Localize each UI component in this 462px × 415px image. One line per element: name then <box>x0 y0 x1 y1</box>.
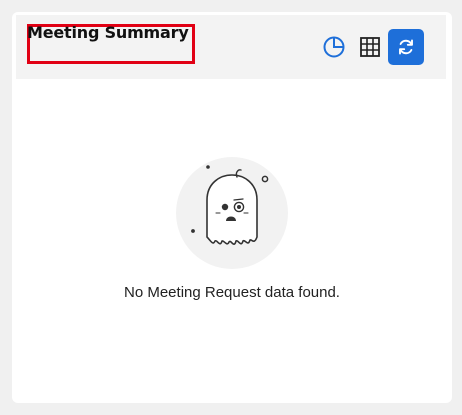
refresh-button[interactable] <box>388 29 424 65</box>
empty-state-message: No Meeting Request data found. <box>124 284 340 301</box>
grid-icon <box>360 37 380 57</box>
empty-state-illustration <box>174 155 290 271</box>
pie-chart-icon <box>323 36 345 58</box>
table-view-button[interactable] <box>358 35 382 59</box>
meeting-summary-card: Meeting Summary No Meeting Request data … <box>12 12 452 403</box>
card-header: Meeting Summary <box>16 15 446 79</box>
card-title: Meeting Summary <box>27 23 189 42</box>
pie-chart-view-button[interactable] <box>322 35 346 59</box>
sad-ghost-icon <box>176 157 288 269</box>
refresh-icon <box>399 39 413 55</box>
